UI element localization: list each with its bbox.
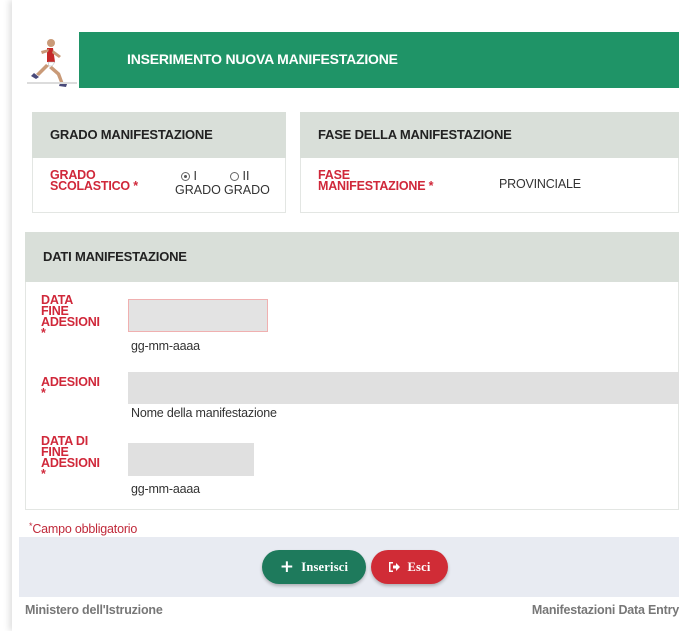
footer-right: Manifestazioni Data Entry <box>531 603 679 617</box>
footer-left: Ministero dell'Istruzione <box>25 603 163 617</box>
grado-label: GRADO SCOLASTICO * <box>50 168 138 193</box>
radio-unselected-icon[interactable] <box>230 172 239 181</box>
grado-option-2[interactable]: II GRADO <box>224 169 274 197</box>
date-format-hint: gg-mm-aaaa <box>131 339 200 353</box>
logo <box>19 32 79 88</box>
data-di-fine-adesioni-label: DATA DI FINE ADESIONI * <box>41 434 100 481</box>
required-note: *Campo obbligatorio <box>29 521 138 536</box>
dati-heading: DATI MANIFESTAZIONE <box>43 249 187 264</box>
insert-button[interactable]: + Inserisci <box>262 550 366 584</box>
fase-label: FASE MANIFESTAZIONE * <box>318 168 434 193</box>
fase-panel-header: FASE DELLA MANIFESTAZIONE <box>300 112 679 158</box>
data-fine-adesioni-label: DATA FINE ADESIONI * <box>41 293 100 340</box>
fase-heading: FASE DELLA MANIFESTAZIONE <box>318 127 512 142</box>
page-header: INSERIMENTO NUOVA MANIFESTAZIONE <box>19 32 679 88</box>
grado-panel-body: GRADO SCOLASTICO * I GRADO II GRADO <box>32 158 286 213</box>
data-di-fine-adesioni-input[interactable] <box>128 443 254 476</box>
radio-selected-icon[interactable] <box>181 172 190 181</box>
plus-icon: + <box>279 556 295 577</box>
page-title: INSERIMENTO NUOVA MANIFESTAZIONE <box>127 51 398 67</box>
grado-heading: GRADO MANIFESTAZIONE <box>50 127 213 142</box>
date-format-hint: gg-mm-aaaa <box>131 482 200 496</box>
fase-value: PROVINCIALE <box>499 177 581 191</box>
dati-panel-header: DATI MANIFESTAZIONE <box>25 232 679 282</box>
grado-panel-header: GRADO MANIFESTAZIONE <box>32 112 286 158</box>
sign-out-icon <box>389 562 401 572</box>
adesioni-hint: Nome della manifestazione <box>131 406 277 420</box>
adesioni-input[interactable] <box>128 372 679 404</box>
adesioni-label: ADESIONI * <box>41 375 100 400</box>
runner-icon <box>27 39 77 87</box>
fase-panel-body: FASE MANIFESTAZIONE * PROVINCIALE <box>300 158 679 213</box>
data-fine-adesioni-input[interactable] <box>128 299 268 332</box>
exit-button[interactable]: Esci <box>371 550 448 584</box>
grado-option-1[interactable]: I GRADO <box>175 169 221 197</box>
